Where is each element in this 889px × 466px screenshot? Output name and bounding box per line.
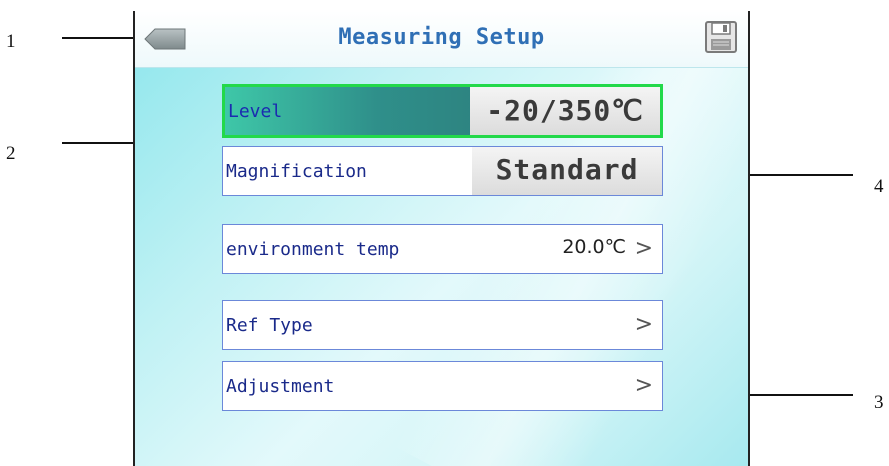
environment-temp-value: 20.0℃ [562, 236, 626, 258]
menu-row-ref-type[interactable]: Ref Type > [222, 300, 663, 350]
chevron-right-icon: > [634, 373, 653, 398]
magnification-value[interactable]: Standard [472, 147, 662, 195]
callout-number-3: 3 [874, 392, 884, 413]
row-label-magnification: Magnification [226, 161, 367, 182]
menu-row-environment-temp[interactable]: environment temp 20.0℃ > [222, 224, 663, 274]
menu-row-magnification[interactable]: Magnification Standard [222, 146, 663, 196]
row-label-ref-type: Ref Type [226, 315, 313, 336]
title-bar: Measuring Setup [135, 11, 748, 68]
row-label-adjustment: Adjustment [226, 376, 335, 397]
callout-number-4: 4 [874, 176, 884, 197]
chevron-right-icon: > [634, 236, 653, 261]
menu-row-level[interactable]: Level -20/350℃ [222, 84, 663, 138]
row-label-level: Level [228, 101, 283, 122]
row-label-environment-temp: environment temp [226, 239, 400, 260]
callout-number-1: 1 [6, 31, 16, 52]
callout-number-2: 2 [6, 143, 16, 164]
level-value[interactable]: -20/350℃ [470, 87, 660, 135]
device-screen: Measuring Setup Level -20/350℃ Magnifica… [133, 11, 750, 466]
menu-row-adjustment[interactable]: Adjustment > [222, 361, 663, 411]
floppy-save-icon[interactable] [704, 20, 738, 54]
chevron-right-icon: > [634, 312, 653, 337]
page-title: Measuring Setup [338, 25, 545, 50]
